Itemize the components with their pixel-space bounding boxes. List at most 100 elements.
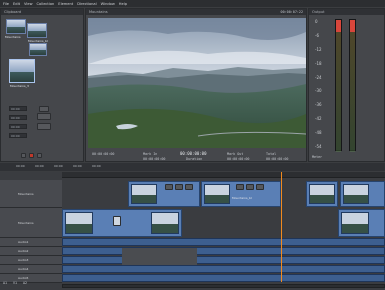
video-preview[interactable] <box>88 18 306 148</box>
timeline-tab-3[interactable]: 00:00 <box>52 164 65 169</box>
video-clip-4[interactable] <box>340 181 385 207</box>
menu-view[interactable]: View <box>24 2 33 6</box>
timeline-tab-1[interactable]: 00:00 <box>14 164 27 169</box>
timeline-tab-5[interactable]: 00:00 <box>90 164 103 169</box>
clipboard-title: Clipboard <box>1 9 83 15</box>
mark-in-value: 00:00:00:00 <box>143 157 166 161</box>
audio-meter-panel: Output 0 -6 -12 -18 -24 -30 -36 -42 -48 … <box>308 8 385 162</box>
clip-option-button-3[interactable] <box>37 123 51 130</box>
track-label-video-2: Mountains <box>0 208 62 238</box>
settings-icon[interactable] <box>37 153 42 158</box>
menu-collection[interactable]: Collection <box>37 2 55 6</box>
meter-tick: -42 <box>315 116 322 122</box>
timeline-footer-a2: A2 <box>23 281 28 285</box>
timeline-footer-a1: A1 <box>3 281 8 285</box>
video-clip-1[interactable] <box>128 181 200 207</box>
audio-gap <box>122 248 197 265</box>
viewer-title: Mountains <box>89 10 108 14</box>
audio-clip-4[interactable] <box>62 265 385 273</box>
clip-thumbnail <box>151 212 179 234</box>
clip-thumbnail <box>204 184 230 204</box>
menu-help[interactable]: Help <box>119 2 127 6</box>
track-label-audio-1: Audio1 <box>0 238 62 247</box>
clipboard-thumb-1[interactable] <box>6 19 26 34</box>
meter-tick: -54 <box>315 143 322 149</box>
clip-thumbnail <box>341 212 369 234</box>
total-label: Total <box>266 152 277 156</box>
meter-tick: -36 <box>315 102 322 108</box>
clip-thumbnail <box>309 184 335 204</box>
clip-thumbnail <box>131 184 157 204</box>
meter-tick: -30 <box>315 88 322 94</box>
menu-file[interactable]: File <box>3 2 9 6</box>
meter-tick: -24 <box>315 74 322 80</box>
audio-clip-1[interactable] <box>62 238 385 246</box>
meter-bar-right <box>349 19 356 152</box>
time-field-3[interactable]: 00:00 <box>9 124 27 129</box>
timeline-toolbar: 00:00 00:00 00:00 00:00 00:00 <box>0 163 385 171</box>
duration-label: Duration <box>186 157 203 161</box>
playhead[interactable] <box>281 172 282 282</box>
track-label-audio-3: Audio3 <box>0 256 62 265</box>
clip-badge[interactable] <box>175 184 183 190</box>
menu-bar: File Edit View Collection Element Direct… <box>0 0 385 7</box>
menu-element[interactable]: Element <box>58 2 73 6</box>
meter-footer-label: Meter <box>312 155 323 159</box>
time-field-2[interactable]: 00:00 <box>9 115 27 120</box>
clip-option-button-2[interactable] <box>37 113 51 120</box>
mountain-landscape-image <box>88 18 306 148</box>
timeline-tab-4[interactable]: 00:00 <box>71 164 84 169</box>
video-clip-3[interactable] <box>306 181 338 207</box>
clip-label: Mountains_bl <box>232 196 252 200</box>
mark-out-label: Mark Out <box>227 152 244 156</box>
clip-thumbnail <box>65 212 93 234</box>
clipboard-thumb-2[interactable] <box>27 23 47 38</box>
menu-window[interactable]: Window <box>101 2 115 6</box>
track-label-audio-5: Audio5 <box>0 274 62 283</box>
meter-tick: -18 <box>315 60 322 66</box>
video-clip-2[interactable]: Mountains_bl <box>201 181 281 207</box>
status-left: 00:00:00:00 <box>92 152 115 156</box>
time-field-1[interactable]: 00:00 <box>9 106 27 111</box>
track-label-audio-2: Audio2 <box>0 247 62 256</box>
clipboard-thumb-4[interactable] <box>9 59 35 83</box>
time-field-4[interactable]: 00:00 <box>9 133 27 138</box>
clip-badge[interactable] <box>165 184 173 190</box>
timeline-scrollbar[interactable] <box>62 284 385 288</box>
clip-badge[interactable] <box>185 184 193 190</box>
video-clip-6[interactable] <box>338 209 385 237</box>
meter-bar-left <box>335 19 342 152</box>
clip-badge[interactable] <box>236 184 244 190</box>
viewer-timecode-top: 00:00:07:22 <box>280 10 303 14</box>
timeline-footer-v1: V1 <box>13 281 18 285</box>
audio-clip-2[interactable] <box>62 247 385 255</box>
total-value: 00:00:00:00 <box>266 157 289 161</box>
clip-badge[interactable] <box>256 184 264 190</box>
clip-option-button-1[interactable] <box>39 106 49 112</box>
mark-in-label: Mark In <box>143 152 158 156</box>
duration-value: 00:00:00:00 <box>180 151 207 156</box>
wrench-icon[interactable] <box>21 153 26 158</box>
clipboard-panel: Clipboard Mountains Mountains_bl Mountai… <box>0 8 84 162</box>
video-clip-5[interactable] <box>62 209 182 237</box>
record-button[interactable] <box>29 153 34 158</box>
meter-tick: -6 <box>315 32 319 38</box>
transition-icon[interactable] <box>113 216 121 226</box>
timeline-ruler <box>62 172 385 178</box>
menu-directional[interactable]: Directional <box>77 2 96 6</box>
timeline-tab-2[interactable]: 00:00 <box>33 164 46 169</box>
clipboard-thumb-1-label: Mountains <box>5 35 21 39</box>
clipboard-thumb-4-label: Mountains_3 <box>10 84 29 88</box>
meter-tick: -48 <box>315 130 322 135</box>
audio-clip-3[interactable] <box>62 256 385 264</box>
meter-tick: 0 <box>315 19 318 24</box>
clipboard-thumb-3[interactable] <box>29 43 47 56</box>
clip-badge[interactable] <box>246 184 254 190</box>
meter-scale: 0 -6 -12 -18 -24 -30 -36 -42 -48 -54 <box>315 19 329 149</box>
menu-edit[interactable]: Edit <box>13 2 20 6</box>
viewer-panel: Mountains 00:00:07:22 00:00:00:00 Mark I… <box>85 8 307 162</box>
clip-thumbnail <box>343 184 369 204</box>
track-label-audio-4: Audio4 <box>0 265 62 274</box>
timeline-panel: Mountains Mountains Audio1 Audio2 Audio3… <box>0 172 385 290</box>
audio-clip-5[interactable] <box>62 274 385 282</box>
